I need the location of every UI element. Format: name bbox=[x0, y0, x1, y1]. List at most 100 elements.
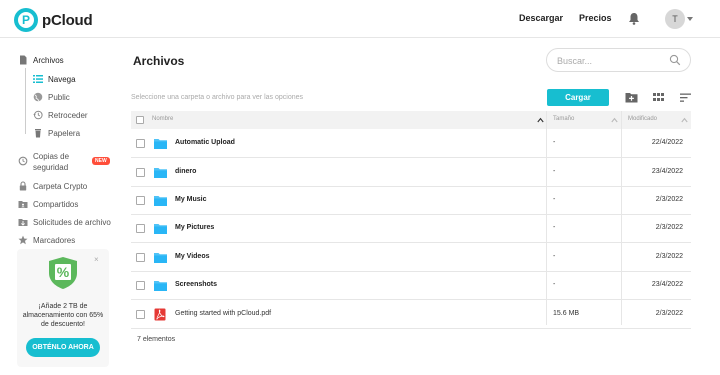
star-icon bbox=[18, 235, 28, 245]
file-size: - bbox=[553, 196, 556, 203]
sort-toggle-icon[interactable] bbox=[681, 117, 688, 123]
bell-icon[interactable] bbox=[628, 12, 640, 25]
select-all-checkbox[interactable] bbox=[136, 116, 144, 124]
sidebar-item-compartidos[interactable]: Compartidos bbox=[18, 199, 78, 209]
file-modified: 2/3/2022 bbox=[655, 253, 683, 260]
sort-toggle-icon[interactable] bbox=[611, 117, 618, 123]
row-checkbox[interactable] bbox=[136, 281, 145, 290]
file-modified: 23/4/2022 bbox=[651, 281, 683, 288]
file-modified: 22/4/2022 bbox=[651, 139, 683, 146]
search-placeholder: Buscar... bbox=[557, 56, 593, 66]
sidebar-item-label: Copias de seguridad bbox=[33, 152, 70, 172]
promo-card: × % ¡Añade 2 TB de almacenamiento con 65… bbox=[17, 249, 109, 367]
pcloud-logo[interactable]: pCloud bbox=[14, 8, 93, 32]
pdf-icon bbox=[154, 308, 166, 321]
table-row[interactable]: Automatic Upload - 22/4/2022 bbox=[131, 129, 691, 158]
table-row[interactable]: Getting started with pCloud.pdf 15.6 MB … bbox=[131, 300, 691, 329]
file-name[interactable]: My Videos bbox=[175, 253, 210, 260]
sidebar-item-label: Public bbox=[48, 92, 70, 102]
trash-icon bbox=[35, 129, 41, 138]
file-name[interactable]: My Pictures bbox=[175, 224, 214, 231]
row-checkbox[interactable] bbox=[136, 224, 145, 233]
column-modified-header[interactable]: Modificado bbox=[628, 116, 657, 122]
folder-icon bbox=[154, 196, 167, 206]
table-row[interactable]: My Music - 2/3/2022 bbox=[131, 186, 691, 215]
table-row[interactable]: dinero - 23/4/2022 bbox=[131, 158, 691, 187]
table-row[interactable]: My Pictures - 2/3/2022 bbox=[131, 214, 691, 243]
shared-icon bbox=[18, 201, 28, 208]
lock-icon bbox=[19, 181, 27, 191]
sidebar-item-label: Papelera bbox=[48, 128, 81, 138]
new-badge: NEW bbox=[92, 157, 110, 165]
search-input[interactable]: Buscar... bbox=[546, 48, 691, 72]
sidebar-item-public[interactable]: Public bbox=[33, 92, 70, 102]
upload-button[interactable]: Cargar bbox=[547, 89, 609, 106]
sidebar-item-solicitudes-de-archivo[interactable]: Solicitudes de archivo bbox=[18, 217, 111, 227]
table-row[interactable]: My Videos - 2/3/2022 bbox=[131, 243, 691, 272]
folder-icon bbox=[154, 168, 167, 178]
discount-shield-icon: % bbox=[49, 257, 77, 289]
file-modified: 2/3/2022 bbox=[655, 196, 683, 203]
file-name[interactable]: Getting started with pCloud.pdf bbox=[175, 310, 271, 317]
search-icon[interactable] bbox=[669, 54, 681, 66]
sidebar-item-archivos[interactable]: Archivos bbox=[18, 55, 64, 65]
close-icon[interactable]: × bbox=[94, 255, 99, 264]
sort-asc-icon[interactable] bbox=[537, 117, 544, 123]
sidebar-item-marcadores[interactable]: Marcadores bbox=[18, 235, 75, 245]
row-checkbox[interactable] bbox=[136, 139, 145, 148]
file-name[interactable]: Automatic Upload bbox=[175, 139, 235, 146]
file-size: - bbox=[553, 281, 556, 288]
file-size: - bbox=[553, 139, 556, 146]
row-checkbox[interactable] bbox=[136, 310, 145, 319]
row-checkbox[interactable] bbox=[136, 196, 145, 205]
globe-icon bbox=[33, 92, 43, 102]
file-size: - bbox=[553, 224, 556, 231]
file-name[interactable]: Screenshots bbox=[175, 281, 217, 288]
file-modified: 2/3/2022 bbox=[655, 224, 683, 231]
folder-icon bbox=[154, 224, 167, 234]
table-row[interactable]: Screenshots - 23/4/2022 bbox=[131, 271, 691, 300]
row-checkbox[interactable] bbox=[136, 253, 145, 262]
folder-icon bbox=[154, 139, 167, 149]
sidebar-item-papelera[interactable]: Papelera bbox=[33, 128, 80, 138]
grid-view-icon[interactable] bbox=[652, 91, 665, 104]
column-name-header[interactable]: Nombre bbox=[152, 116, 173, 122]
nav-descargar[interactable]: Descargar bbox=[519, 13, 563, 23]
sidebar-item-retroceder[interactable]: Retroceder bbox=[33, 110, 88, 120]
file-name[interactable]: My Music bbox=[175, 196, 207, 203]
top-header: pCloud Descargar Precios T bbox=[0, 0, 720, 38]
avatar[interactable]: T bbox=[665, 9, 685, 29]
file-size: - bbox=[553, 253, 556, 260]
sidebar-item-label: Marcadores bbox=[33, 235, 76, 245]
file-modified: 2/3/2022 bbox=[655, 310, 683, 317]
new-folder-icon[interactable] bbox=[625, 91, 638, 104]
column-size-header[interactable]: Tamaño bbox=[553, 116, 574, 122]
promo-text: ¡Añade 2 TB de almacenamiento con 65% de… bbox=[22, 303, 104, 328]
sidebar-item-label: Retroceder bbox=[48, 110, 88, 120]
request-icon bbox=[18, 219, 28, 226]
file-modified: 23/4/2022 bbox=[651, 168, 683, 175]
sidebar-item-label: Carpeta Crypto bbox=[33, 181, 88, 191]
item-count: 7 elementos bbox=[137, 336, 176, 343]
file-size: - bbox=[553, 168, 556, 175]
sidebar-item-label: Compartidos bbox=[33, 199, 79, 209]
sidebar-item-label: Solicitudes de archivo bbox=[33, 217, 111, 227]
logo-text: pCloud bbox=[42, 11, 93, 29]
sidebar-item-carpeta-crypto[interactable]: Carpeta Crypto bbox=[18, 181, 87, 191]
folder-icon bbox=[154, 253, 167, 263]
chevron-down-icon[interactable] bbox=[687, 17, 693, 21]
file-size: 15.6 MB bbox=[553, 310, 580, 317]
file-icon bbox=[20, 55, 27, 65]
sidebar-item-label: Archivos bbox=[33, 55, 64, 65]
sidebar-item-navega[interactable]: Navega bbox=[33, 74, 76, 84]
get-it-now-button[interactable]: OBTÉNLO AHORA bbox=[26, 338, 100, 357]
backup-icon bbox=[18, 156, 28, 166]
nav-precios[interactable]: Precios bbox=[579, 13, 612, 23]
sidebar-item-copias-de-seguridad[interactable]: Copias de seguridad bbox=[18, 151, 93, 173]
sidebar-item-label: Navega bbox=[48, 74, 76, 84]
file-name[interactable]: dinero bbox=[175, 168, 196, 175]
list-icon bbox=[33, 75, 43, 83]
table-header: Nombre Tamaño Modificado bbox=[131, 111, 691, 129]
row-checkbox[interactable] bbox=[136, 168, 145, 177]
sort-icon[interactable] bbox=[679, 91, 692, 104]
